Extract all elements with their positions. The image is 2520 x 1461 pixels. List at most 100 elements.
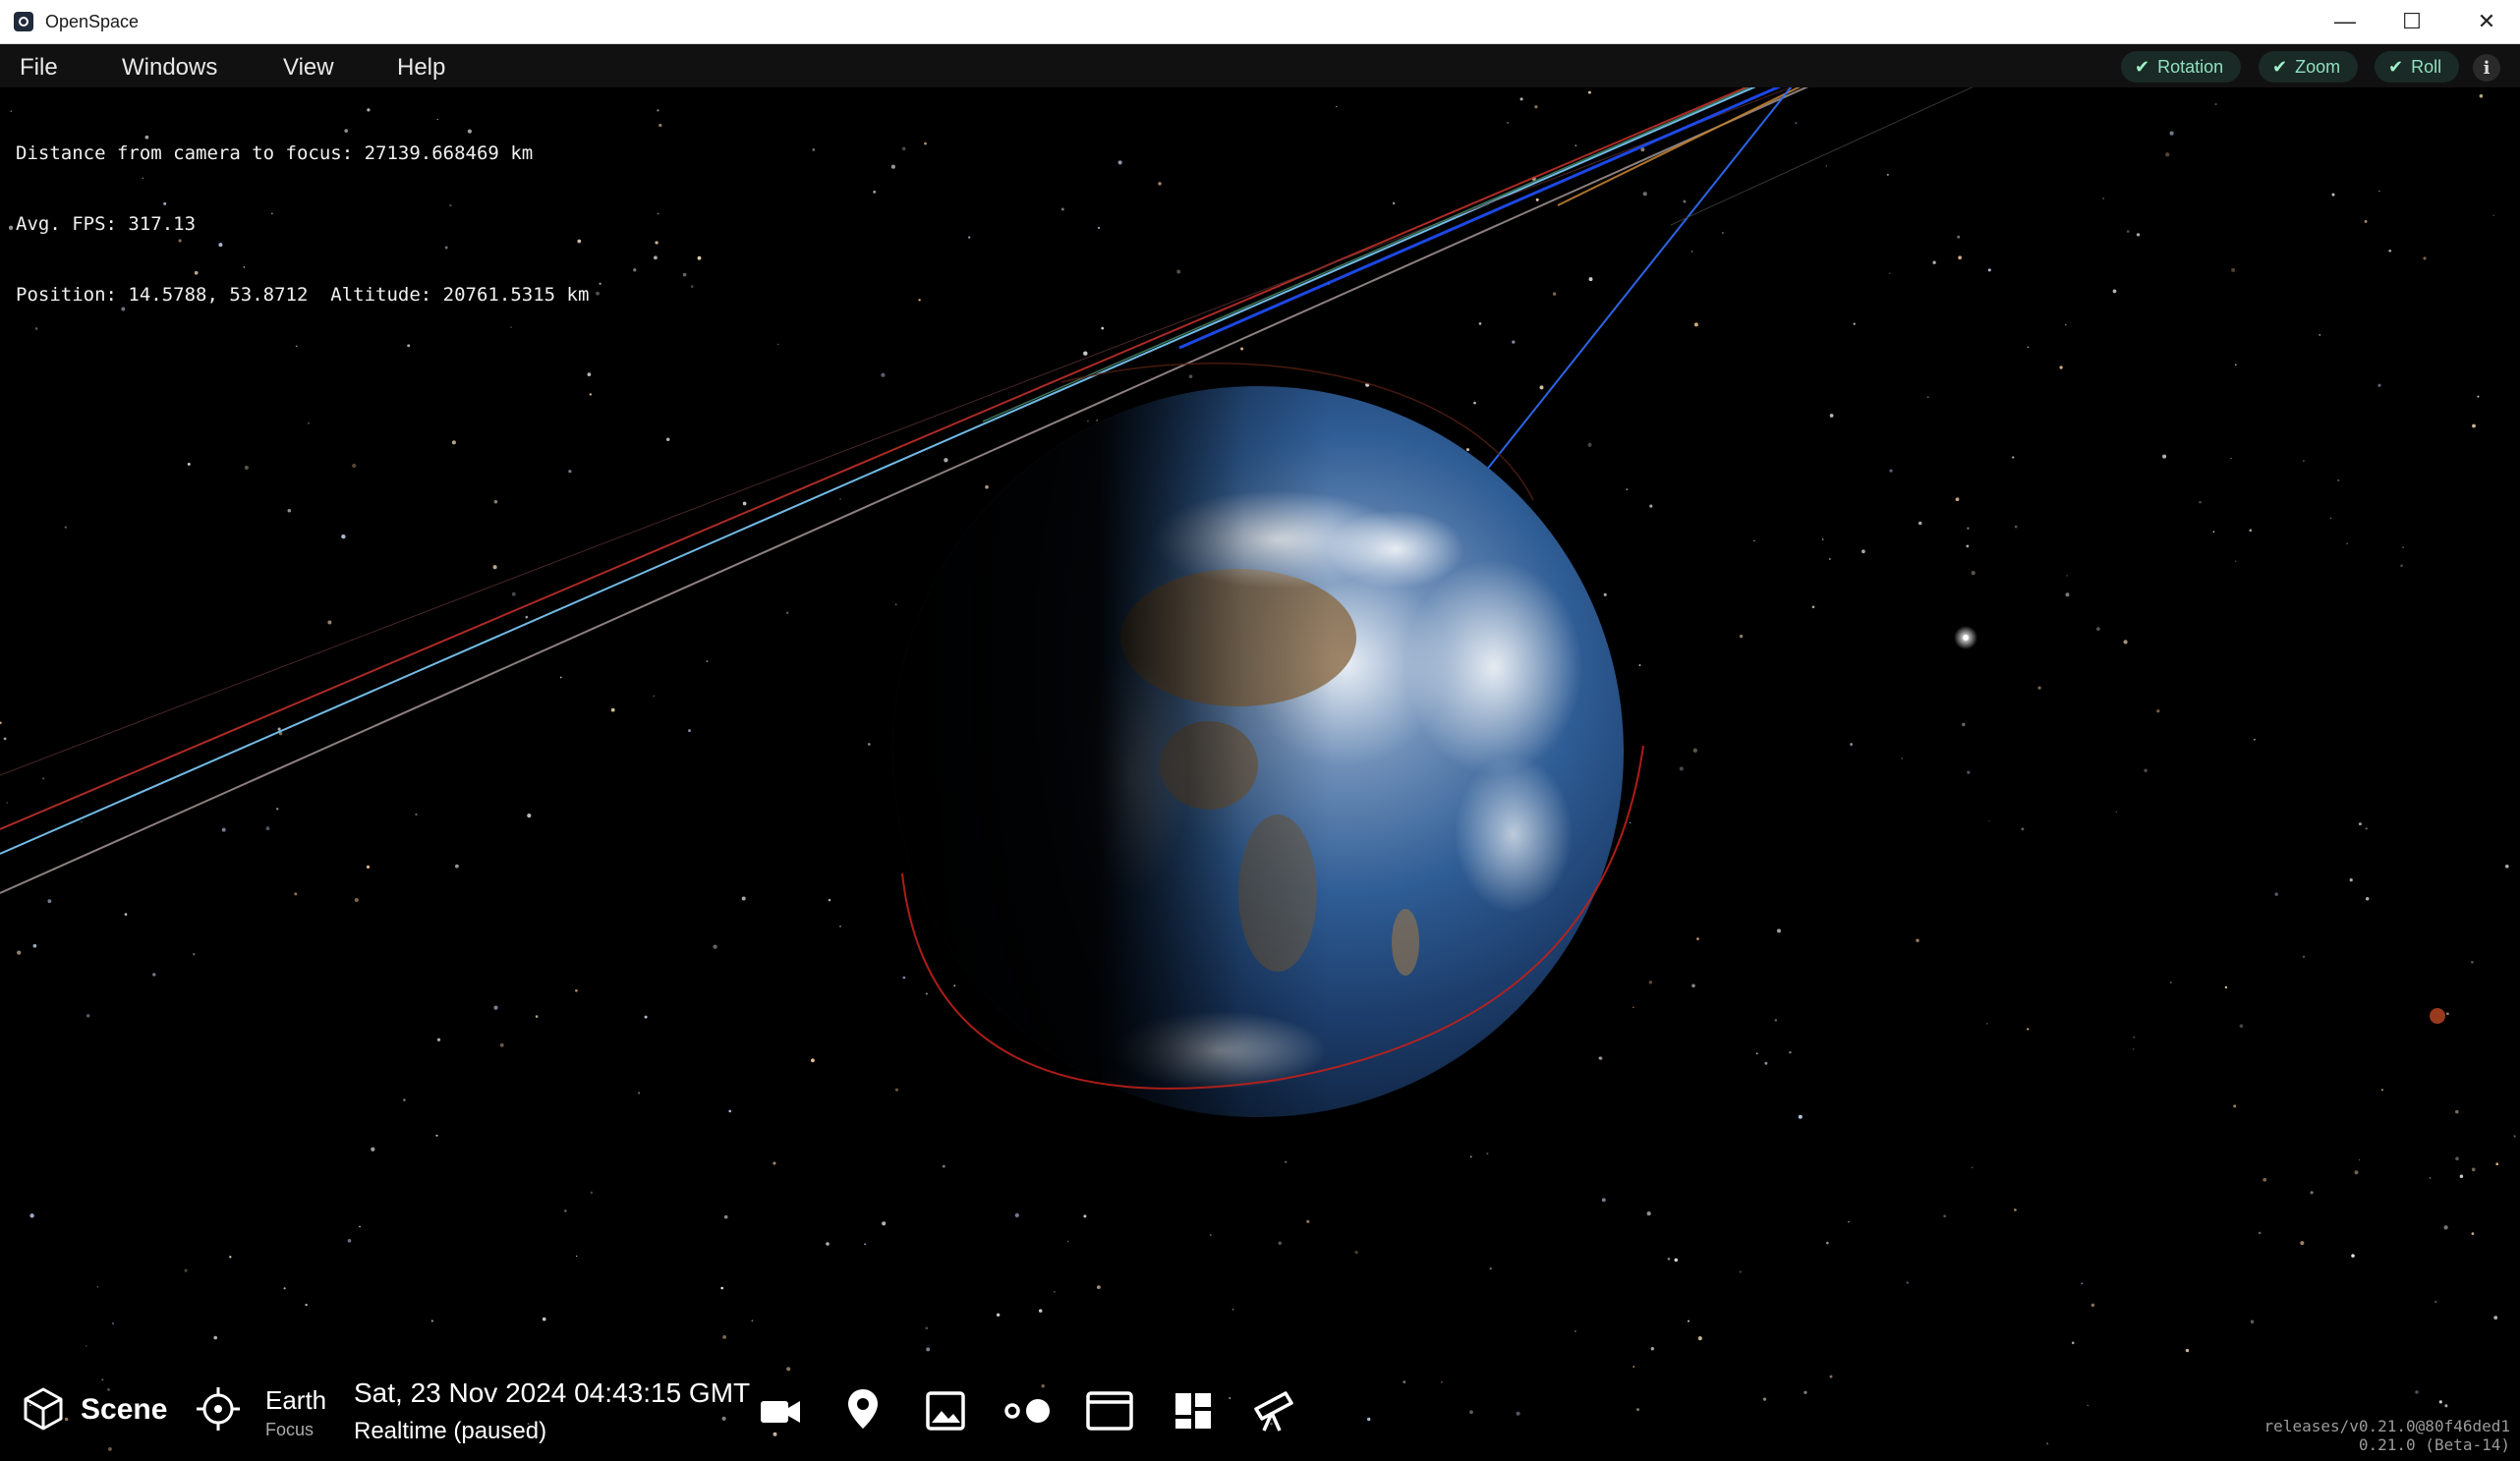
star	[723, 1214, 728, 1219]
star	[1575, 144, 1577, 146]
star	[1693, 322, 1698, 327]
star	[942, 1164, 945, 1168]
minimize-button[interactable]: —	[2312, 0, 2378, 43]
star	[953, 984, 956, 987]
star	[568, 470, 572, 474]
cube-icon[interactable]	[20, 1385, 67, 1433]
star	[2066, 575, 2068, 577]
maximize-button[interactable]: ☐	[2378, 0, 2445, 43]
star	[1336, 105, 1338, 108]
star	[275, 808, 279, 811]
focus-crosshair-icon[interactable]	[195, 1385, 242, 1433]
location-pin-icon[interactable]	[843, 1387, 883, 1431]
star	[1098, 226, 1101, 229]
star	[610, 707, 615, 712]
rotation-toggle[interactable]: ✔ Rotation	[2121, 51, 2242, 83]
star	[985, 484, 989, 489]
star	[1774, 1019, 1778, 1022]
star	[2493, 1316, 2498, 1321]
star	[2415, 1390, 2419, 1394]
star	[1083, 1214, 1087, 1218]
hud-overlay: Distance from camera to focus: 27139.668…	[16, 94, 589, 330]
star	[81, 820, 83, 823]
scene-button[interactable]: Scene	[81, 1393, 167, 1427]
camera-icon[interactable]	[759, 1391, 802, 1431]
menu-windows[interactable]: Windows	[122, 54, 217, 82]
star	[1638, 664, 1641, 666]
info-button[interactable]: i	[2473, 54, 2500, 82]
dashboard-icon[interactable]	[1172, 1389, 1215, 1433]
zoom-toggle[interactable]: ✔ Zoom	[2259, 51, 2359, 83]
menu-file[interactable]: File	[20, 54, 58, 82]
star	[1943, 1214, 1947, 1218]
star	[1534, 105, 1538, 109]
star	[1889, 469, 1893, 473]
star	[436, 1038, 441, 1041]
star	[1632, 1366, 1635, 1368]
star	[327, 620, 332, 625]
star	[1955, 497, 1960, 502]
star	[2224, 985, 2228, 989]
star	[1825, 165, 1827, 167]
star	[559, 676, 562, 679]
star	[1054, 1291, 1056, 1293]
star	[720, 1286, 724, 1290]
focus-name[interactable]: Earth	[265, 1385, 326, 1416]
star	[773, 1161, 776, 1165]
star	[944, 458, 948, 463]
star	[682, 272, 687, 277]
star	[3, 737, 7, 741]
star	[17, 950, 22, 955]
star	[1674, 1258, 1679, 1263]
star	[2302, 955, 2306, 959]
star	[2102, 197, 2105, 199]
star	[525, 615, 529, 619]
star	[1392, 201, 1396, 205]
roll-toggle[interactable]: ✔ Roll	[2375, 51, 2460, 83]
star	[925, 992, 928, 995]
star	[1176, 269, 1181, 274]
checkmark-icon: ✔	[2388, 56, 2404, 77]
star	[112, 1322, 114, 1324]
star	[2358, 822, 2362, 826]
distance-readout: Distance from camera to focus: 27139.668…	[16, 142, 534, 164]
star	[657, 212, 659, 215]
close-button[interactable]: ✕	[2453, 0, 2520, 43]
star	[184, 1268, 188, 1272]
image-icon[interactable]	[924, 1389, 967, 1433]
telescope-icon[interactable]	[1250, 1387, 1297, 1434]
star	[2438, 1400, 2442, 1404]
star	[564, 1209, 567, 1212]
star	[659, 123, 662, 128]
star	[894, 1088, 898, 1092]
star	[1821, 538, 1824, 540]
window-icon[interactable]	[1085, 1389, 1134, 1433]
star	[1691, 983, 1695, 988]
dots-icon[interactable]	[1001, 1391, 1056, 1431]
star	[124, 913, 128, 916]
star	[2365, 827, 2368, 830]
version-number: 0.21.0 (Beta-14)	[2358, 1435, 2510, 1454]
star	[1916, 938, 1919, 942]
date-display[interactable]: Sat, 23 Nov 2024 04:43:15 GMT	[354, 1377, 750, 1409]
star	[1632, 1006, 1634, 1009]
star	[2274, 892, 2278, 896]
star	[894, 603, 897, 606]
star	[1507, 121, 1510, 125]
star	[688, 729, 691, 733]
star	[655, 241, 659, 245]
menu-help[interactable]: Help	[397, 54, 445, 82]
star	[2156, 709, 2160, 713]
star	[2233, 1104, 2237, 1108]
star	[2443, 1225, 2448, 1230]
star	[599, 282, 601, 285]
star	[2479, 93, 2484, 98]
star	[881, 372, 886, 377]
star	[2169, 131, 2174, 136]
star	[1469, 1155, 1472, 1158]
time-mode[interactable]: Realtime (paused)	[354, 1418, 546, 1445]
star	[721, 1416, 726, 1422]
menu-view[interactable]: View	[283, 54, 334, 82]
star	[2090, 1303, 2095, 1308]
star	[1926, 396, 1929, 399]
